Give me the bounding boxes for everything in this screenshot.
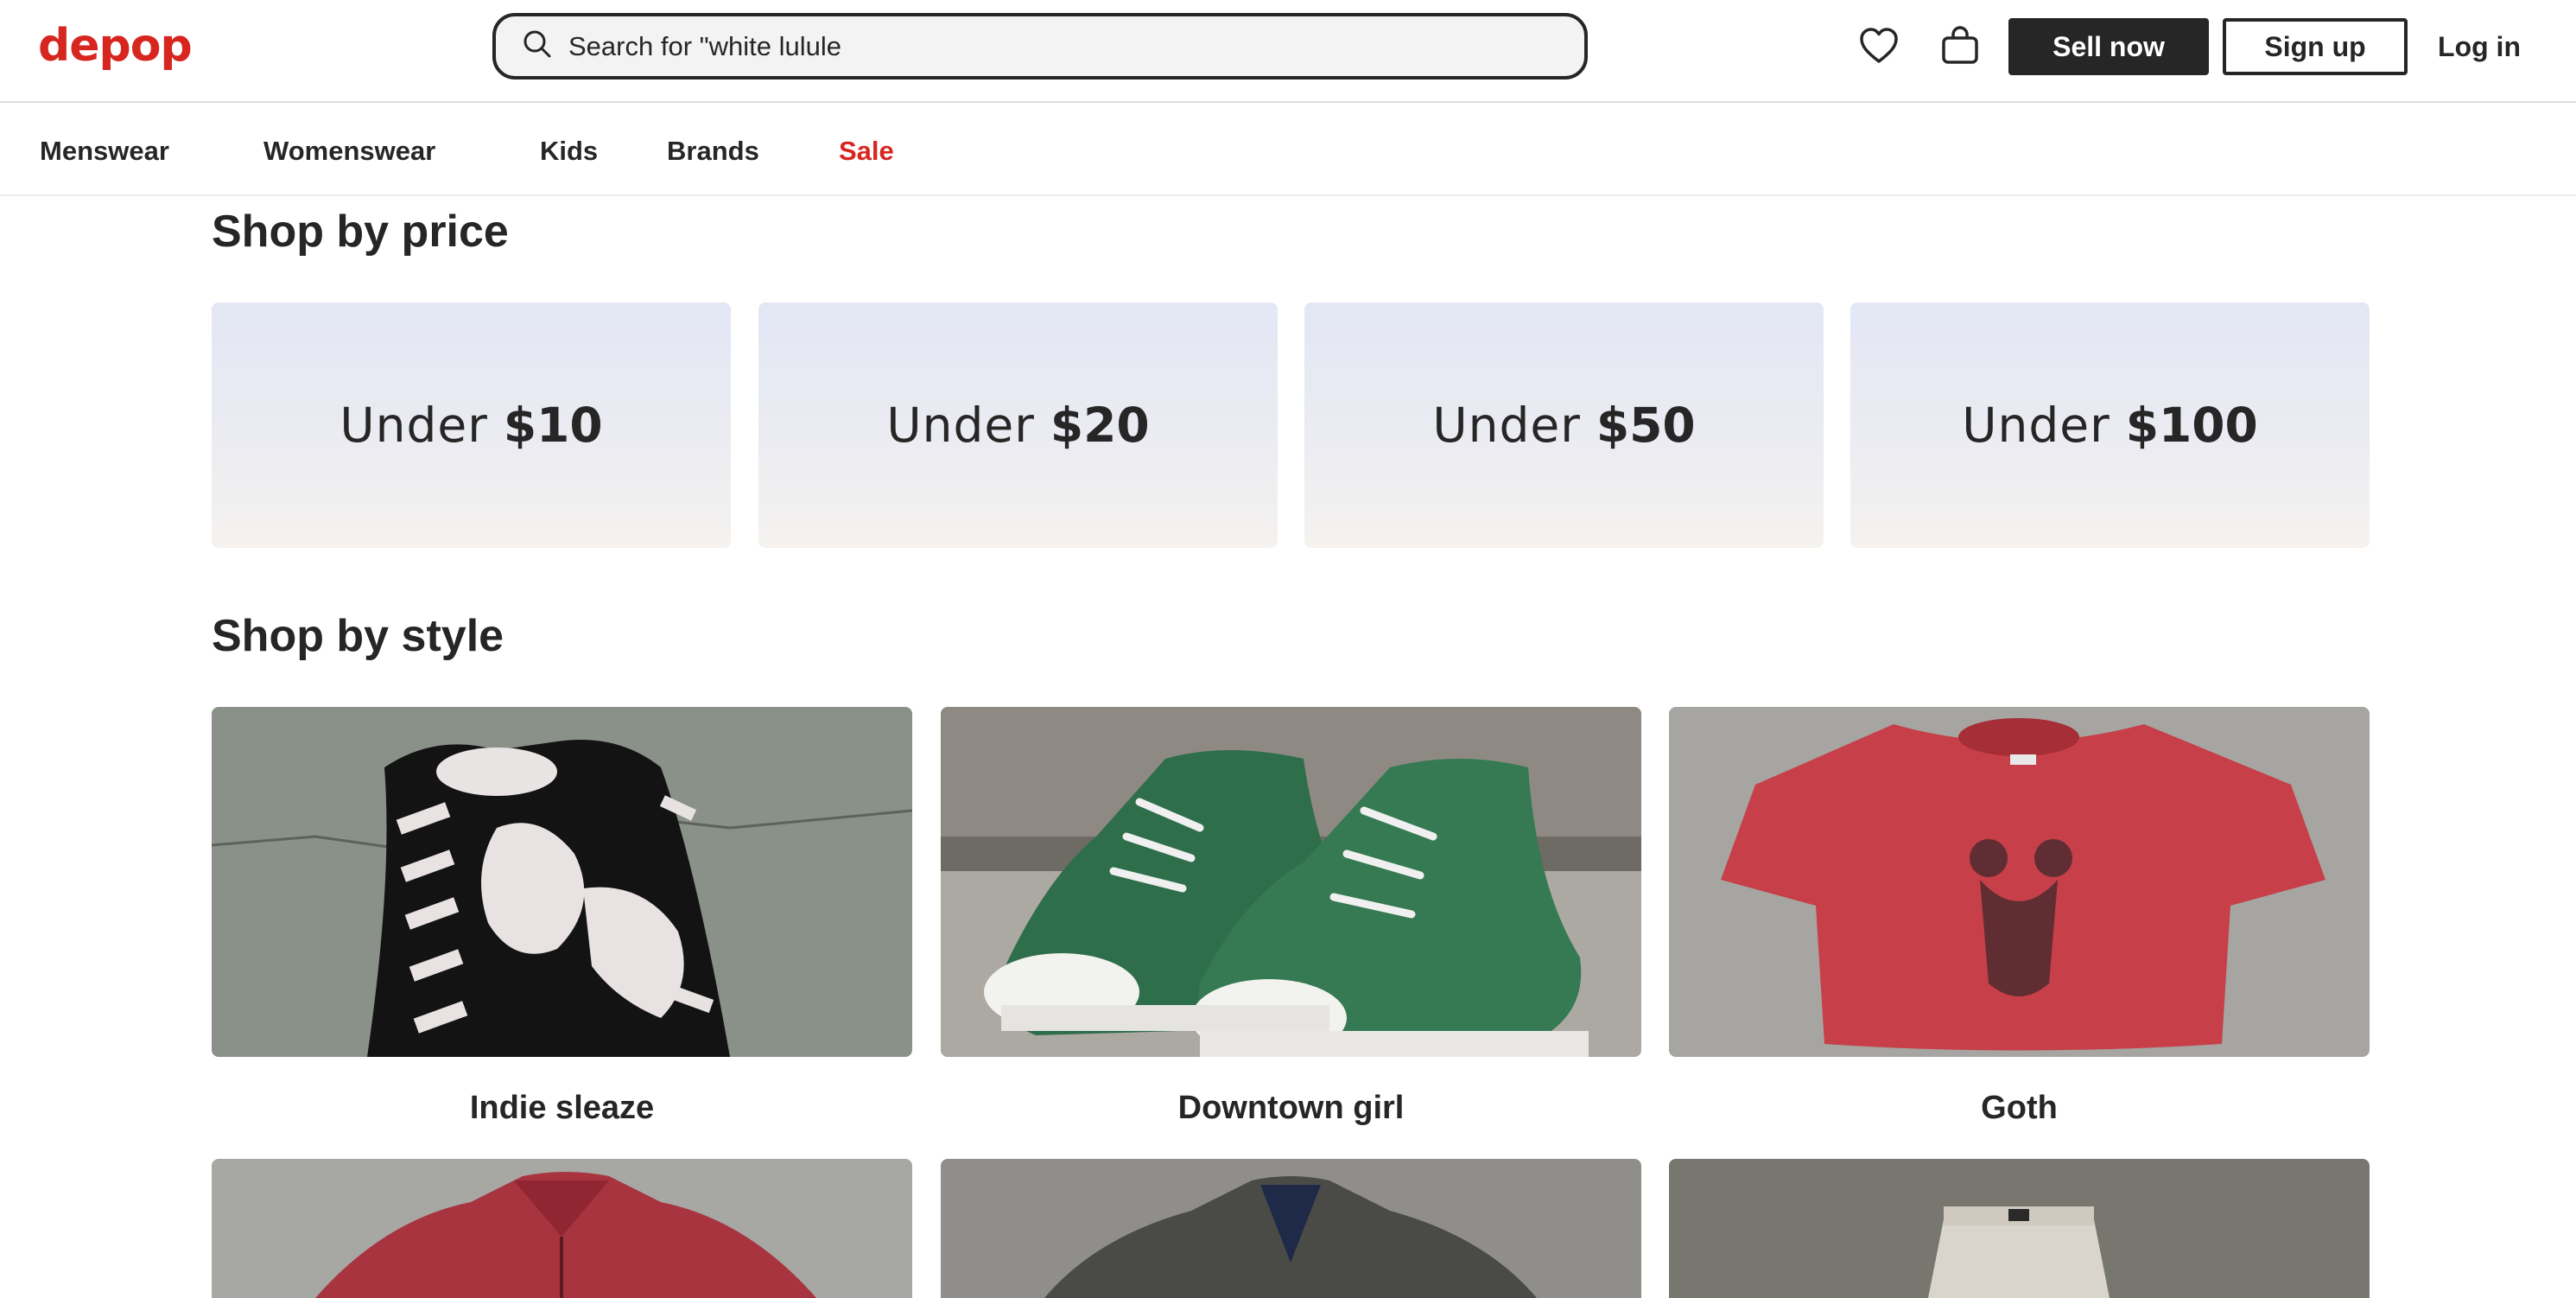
heart-icon[interactable]	[1856, 22, 1902, 69]
price-card-under-10[interactable]: Under $10	[212, 302, 731, 548]
nav-item-womenswear[interactable]: Womenswear	[263, 130, 435, 172]
sign-up-button[interactable]: Sign up	[2223, 18, 2408, 75]
price-card-under-100[interactable]: Under $100	[1850, 302, 2370, 548]
style-label-goth[interactable]: Goth	[1669, 1086, 2370, 1129]
search-bar[interactable]	[492, 13, 1588, 80]
price-card-amount: $100	[2125, 398, 2258, 453]
price-card-prefix: Under	[886, 398, 1035, 453]
style-image-goth[interactable]	[1669, 707, 2370, 1057]
style-label-downtown-girl[interactable]: Downtown girl	[941, 1086, 1641, 1129]
price-card-under-20[interactable]: Under $20	[758, 302, 1278, 548]
style-image-leather-jacket[interactable]	[212, 1159, 912, 1298]
price-card-prefix: Under	[339, 398, 488, 453]
style-image-bomber-jacket[interactable]	[941, 1159, 1641, 1298]
sell-now-button[interactable]: Sell now	[2008, 18, 2209, 75]
price-card-amount: $20	[1050, 398, 1150, 453]
search-input[interactable]	[568, 30, 862, 62]
nav-item-sale[interactable]: Sale	[839, 130, 894, 172]
shop-by-style-title: Shop by style	[212, 611, 504, 661]
log-in-button[interactable]: Log in	[2419, 18, 2540, 75]
nav-item-brands[interactable]: Brands	[667, 130, 759, 172]
price-card-prefix: Under	[1432, 398, 1581, 453]
site-header: depop Sell now Sign up Log in	[0, 0, 2576, 103]
price-card-under-50[interactable]: Under $50	[1304, 302, 1824, 548]
price-card-amount: $50	[1596, 398, 1696, 453]
shop-by-price-title: Shop by price	[212, 207, 509, 257]
style-image-downtown-girl[interactable]	[941, 707, 1641, 1057]
price-card-prefix: Under	[1962, 398, 2110, 453]
shopping-bag-icon[interactable]	[1937, 22, 1983, 69]
nav-item-kids[interactable]: Kids	[540, 130, 598, 172]
price-card-amount: $10	[503, 398, 603, 453]
depop-logo[interactable]: depop	[38, 16, 193, 76]
category-nav: Menswear Womenswear Kids Brands Sale	[0, 105, 2576, 196]
style-label-indie-sleaze[interactable]: Indie sleaze	[212, 1086, 912, 1129]
style-image-cargo-shorts[interactable]	[1669, 1159, 2370, 1298]
search-icon	[522, 29, 553, 64]
style-image-indie-sleaze[interactable]	[212, 707, 912, 1057]
nav-item-menswear[interactable]: Menswear	[40, 130, 169, 172]
